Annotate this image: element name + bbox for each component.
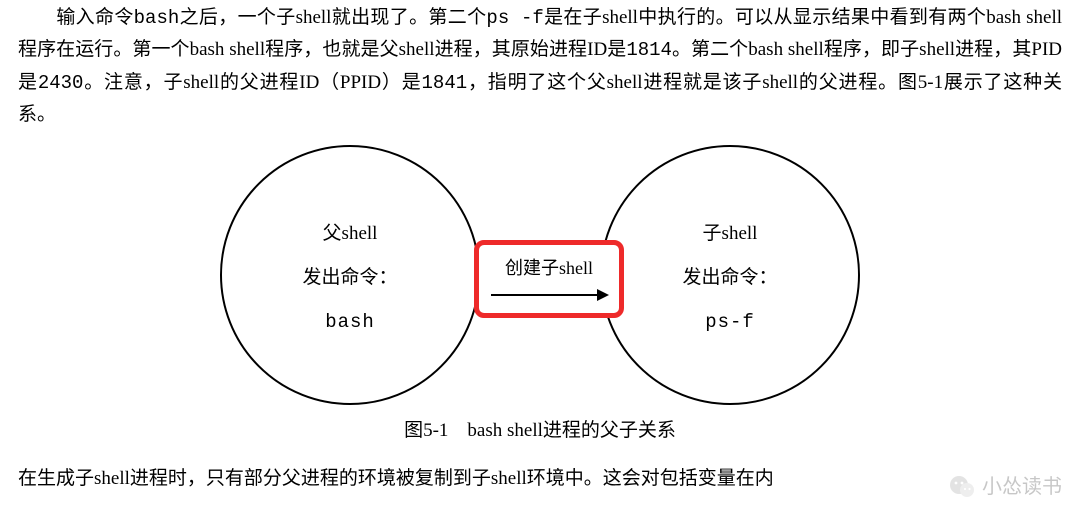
create-subshell-box: 创建子shell [474, 240, 624, 318]
parent-shell-circle: 父shell 发出命令： bash [220, 145, 480, 405]
child-shell-circle: 子shell 发出命令： ps-f [600, 145, 860, 405]
child-shell-command: ps-f [705, 306, 755, 338]
diagram-area: 父shell 发出命令： bash 创建子shell 子shell 发出命令： … [220, 145, 860, 405]
p1-code-psf: ps -f [486, 7, 543, 29]
parent-shell-command: bash [325, 306, 375, 338]
parent-shell-title: 父shell [323, 218, 378, 250]
paragraph-1: 输入命令bash之后，一个子shell就出现了。第二个ps -f是在子shell… [18, 2, 1062, 131]
p1-t3: 之后，一个子shell就出现了。第二个 [179, 7, 486, 28]
p1-t1: 输入命令 [56, 7, 134, 28]
figure-5-1: 父shell 发出命令： bash 创建子shell 子shell 发出命令： … [18, 145, 1062, 405]
figure-caption: 图5-1 bash shell进程的父子关系 [18, 415, 1062, 447]
p1-code-bash: bash [134, 7, 180, 29]
arrow-right-icon [489, 285, 609, 305]
p1-pid2: 2430 [38, 72, 84, 94]
p1-t9: 。注意，子shell的父进程ID（PPID）是 [83, 72, 421, 93]
p1-pid1: 1814 [626, 39, 672, 61]
paragraph-2: 在生成子shell进程时，只有部分父进程的环境被复制到子shell环境中。这会对… [18, 463, 1062, 495]
child-shell-title: 子shell [703, 218, 758, 250]
p1-ppid: 1841 [422, 72, 468, 94]
parent-shell-subtitle: 发出命令： [302, 262, 397, 294]
create-subshell-label: 创建子shell [505, 253, 593, 284]
p2-text: 在生成子shell进程时，只有部分父进程的环境被复制到子shell环境中。这会对… [18, 468, 774, 489]
child-shell-subtitle: 发出命令： [682, 262, 777, 294]
